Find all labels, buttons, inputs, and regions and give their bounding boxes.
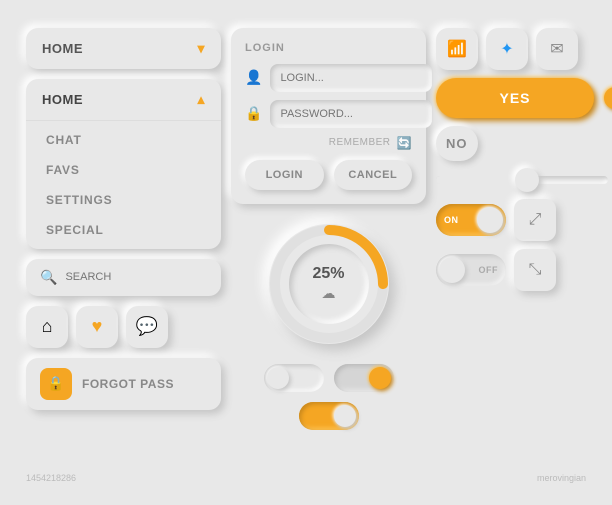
menu-item-settings[interactable]: SETTINGS: [26, 185, 221, 215]
search-icon: 🔍: [40, 269, 57, 286]
home-button[interactable]: ⌂: [26, 306, 68, 348]
watermark-text: merovingian: [537, 473, 586, 483]
toggle-off[interactable]: [264, 364, 324, 392]
top-icon-buttons: 📶 ✦ ✉: [436, 28, 612, 70]
login-title: LOGIN: [245, 42, 412, 54]
mail-icon: ✉: [550, 39, 563, 59]
mail-button[interactable]: ✉: [536, 28, 578, 70]
expand-icon: ⤢: [529, 211, 542, 229]
remember-icon: 🔄: [397, 136, 412, 150]
login-panel: LOGIN 👤 🔒 REMEMBER 🔄 LOGIN CANCEL: [231, 28, 426, 204]
expand-button[interactable]: ⤢: [514, 199, 556, 241]
search-input[interactable]: [65, 271, 207, 283]
login-button[interactable]: LOGIN: [245, 160, 324, 190]
on-off-row: ON ⤢: [436, 199, 612, 241]
right-column: 📶 ✦ ✉ YES NO: [436, 28, 612, 478]
off-toggle[interactable]: OFF: [436, 254, 506, 286]
wifi-button[interactable]: 📶: [436, 28, 478, 70]
middle-column: LOGIN 👤 🔒 REMEMBER 🔄 LOGIN CANCEL: [231, 28, 426, 478]
yes-row: YES: [436, 78, 612, 118]
menu-items: CHAT FAVS SETTINGS SPECIAL: [26, 121, 221, 249]
toggle-on-gray[interactable]: [334, 364, 394, 392]
stock-number: 1454218286: [26, 473, 76, 483]
password-row: 🔒: [245, 100, 412, 128]
login-actions: LOGIN CANCEL: [245, 160, 412, 190]
off-label: OFF: [479, 265, 499, 275]
forgot-pass-button[interactable]: 🔒 FORGOT PASS: [26, 358, 221, 410]
no-button[interactable]: NO: [436, 126, 478, 161]
progress-area: 25% ☁: [231, 214, 426, 354]
chevron-down-icon: ▾: [197, 40, 205, 57]
off-toggle-thumb: [439, 257, 465, 283]
compress-button[interactable]: ⤡: [514, 249, 556, 291]
dropdown-closed[interactable]: HOME ▾: [26, 28, 221, 69]
bluetooth-button[interactable]: ✦: [486, 28, 528, 70]
menu-item-favs[interactable]: FAVS: [26, 155, 221, 185]
chat-button[interactable]: 💬: [126, 306, 168, 348]
chevron-up-icon: ▴: [197, 91, 205, 108]
on-toggle[interactable]: ON: [436, 204, 506, 236]
icon-buttons-row: ⌂ ♥ 💬: [26, 306, 221, 348]
lock-field-icon: 🔒: [245, 105, 262, 122]
password-input[interactable]: [270, 100, 432, 128]
username-input[interactable]: [270, 64, 432, 92]
on-label: ON: [444, 215, 459, 225]
cancel-button[interactable]: CANCEL: [334, 160, 413, 190]
yes-button[interactable]: YES: [436, 78, 594, 118]
dropdown-closed-label: HOME: [42, 41, 83, 56]
on-toggle-thumb: [477, 207, 503, 233]
progress-svg: [269, 224, 389, 344]
remember-label: REMEMBER: [329, 137, 391, 148]
dropdown-open: HOME ▴ CHAT FAVS SETTINGS SPECIAL: [26, 79, 221, 249]
slider-track[interactable]: [436, 176, 608, 184]
toggle-thumb-on-orange: [334, 405, 356, 427]
menu-item-chat[interactable]: CHAT: [26, 125, 221, 155]
lock-icon: 🔒: [40, 368, 72, 400]
menu-item-special[interactable]: SPECIAL: [26, 215, 221, 245]
user-icon: 👤: [245, 69, 262, 86]
active-dot: [604, 87, 612, 109]
wifi-icon: 📶: [447, 39, 467, 59]
toggle-on-orange[interactable]: [299, 402, 359, 430]
slider-row: [436, 169, 612, 191]
toggle-thumb-on-gray: [369, 367, 391, 389]
search-bar[interactable]: 🔍: [26, 259, 221, 296]
no-row: NO: [436, 126, 612, 161]
bluetooth-icon: ✦: [500, 39, 513, 59]
remember-row: REMEMBER 🔄: [245, 136, 412, 150]
heart-button[interactable]: ♥: [76, 306, 118, 348]
compress-icon: ⤡: [529, 261, 542, 279]
toggles-row: [231, 364, 426, 430]
progress-ring: 25% ☁: [269, 224, 389, 344]
slider-thumb[interactable]: [515, 168, 539, 192]
left-column: HOME ▾ HOME ▴ CHAT FAVS SETTINGS SPECIAL…: [26, 28, 221, 478]
off-row: OFF ⤡: [436, 249, 612, 291]
forgot-pass-label: FORGOT PASS: [82, 377, 174, 391]
dropdown-open-label: HOME: [42, 92, 83, 107]
dropdown-header[interactable]: HOME ▴: [26, 79, 221, 121]
toggle-thumb-off: [267, 367, 289, 389]
username-row: 👤: [245, 64, 412, 92]
